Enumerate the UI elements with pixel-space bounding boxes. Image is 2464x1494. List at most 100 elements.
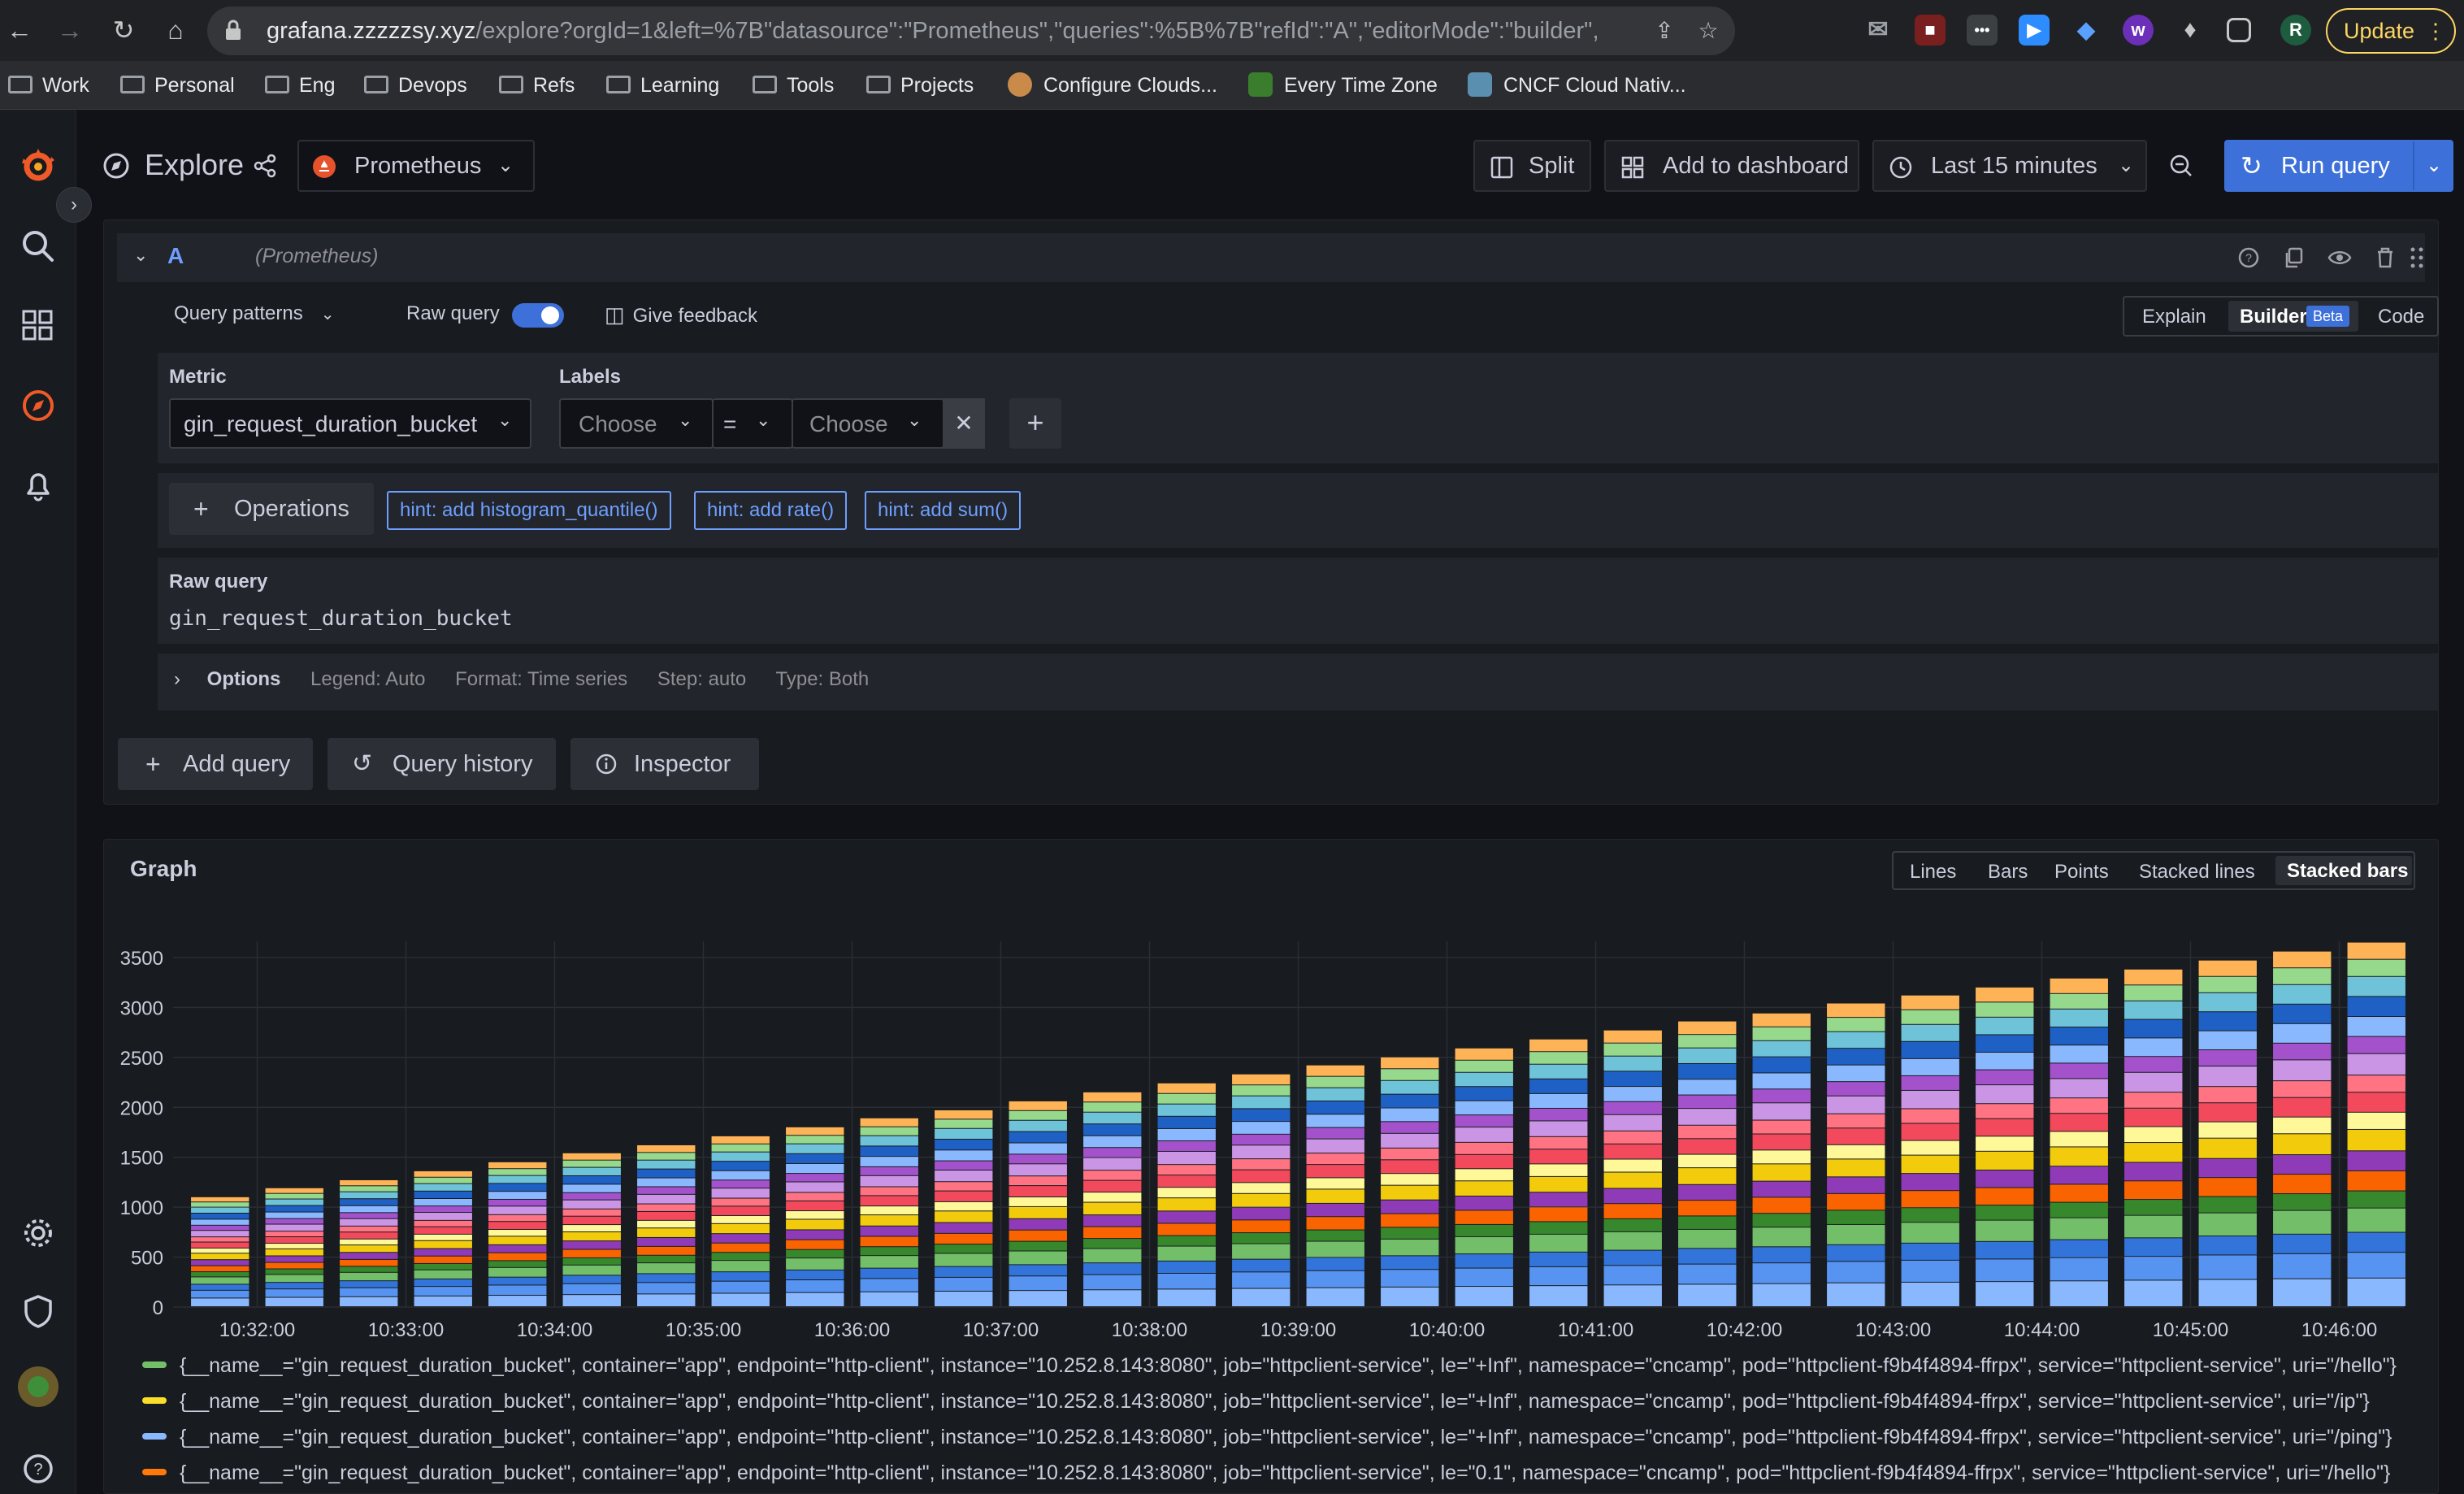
profile-avatar[interactable]: R: [2280, 15, 2311, 46]
user-avatar[interactable]: [18, 1366, 59, 1407]
time-range-picker[interactable]: Last 15 minutes ⌄: [1872, 140, 2147, 192]
query-patterns-dropdown[interactable]: Query patterns ⌄: [174, 302, 335, 325]
add-label-button[interactable]: +: [1009, 398, 1061, 449]
bar-segment: [1678, 1125, 1737, 1139]
alerting-bell-icon[interactable]: [14, 461, 63, 510]
bar-segment: [191, 1272, 249, 1277]
bar-segment: [1232, 1096, 1291, 1109]
mode-builder[interactable]: Builder Beta: [2228, 301, 2358, 332]
bookmark-folder-eng[interactable]: Eng: [265, 61, 335, 110]
search-icon[interactable]: [14, 222, 63, 271]
expand-sidebar-button[interactable]: ›: [56, 187, 92, 223]
bar-segment: [562, 1225, 621, 1231]
bookmark-folder-devops[interactable]: Devops: [364, 61, 467, 110]
side-panel-icon[interactable]: [2227, 18, 2251, 42]
legend-item[interactable]: {__name__="gin_request_duration_bucket",…: [142, 1383, 2370, 1419]
folder-icon: [866, 76, 891, 94]
puzzle-extensions-icon[interactable]: ♦: [2175, 15, 2206, 46]
eye-icon[interactable]: [2327, 245, 2352, 270]
remove-label-button[interactable]: ✕: [943, 398, 985, 449]
query-ref-id[interactable]: A: [167, 243, 184, 269]
legend-item[interactable]: {__name__="gin_request_duration_bucket",…: [142, 1419, 2392, 1455]
bar-segment: [1381, 1200, 1439, 1214]
gem-extension-icon[interactable]: ◆: [2071, 15, 2102, 46]
bar-segment: [2347, 1075, 2405, 1092]
raw-query-toggle[interactable]: [512, 303, 564, 328]
bookmark-folder-learning[interactable]: Learning: [606, 61, 719, 110]
metric-select[interactable]: gin_request_duration_bucket ⌄: [169, 398, 531, 449]
share-icon[interactable]: [252, 153, 278, 179]
bar-segment: [2273, 1134, 2332, 1155]
hint-rate[interactable]: hint: add rate(): [694, 491, 848, 530]
bar-segment: [860, 1226, 918, 1236]
give-feedback-link[interactable]: ◫ Give feedback: [605, 302, 757, 328]
duplicate-icon[interactable]: [2282, 245, 2306, 270]
mode-explain[interactable]: Explain: [2142, 306, 2206, 328]
operations-button[interactable]: + Operations: [169, 483, 374, 535]
w-extension-icon[interactable]: w: [2123, 15, 2154, 46]
trash-icon[interactable]: [2373, 245, 2397, 270]
datasource-picker[interactable]: Prometheus ⌄: [297, 140, 535, 192]
add-query-button[interactable]: + Add query: [118, 738, 313, 790]
zoom-out-button[interactable]: [2157, 140, 2207, 192]
mode-code[interactable]: Code: [2378, 306, 2424, 328]
hint-histogram-quantile[interactable]: hint: add histogram_quantile(): [387, 491, 671, 530]
folder-icon: [8, 76, 33, 94]
bookmark-cncf[interactable]: CNCF Cloud Nativ...: [1468, 61, 1686, 110]
bar-segment: [2198, 1087, 2257, 1103]
legend-item[interactable]: {__name__="gin_request_duration_bucket",…: [142, 1348, 2397, 1383]
bookmark-label: Configure Clouds...: [1043, 74, 1218, 97]
bar-segment: [1381, 1133, 1439, 1148]
shield-icon[interactable]: [14, 1287, 63, 1335]
extension-icon-more[interactable]: •••: [1967, 15, 1998, 46]
forward-icon[interactable]: →: [54, 14, 86, 46]
bar-segment: [1009, 1186, 1067, 1197]
settings-gear-icon[interactable]: [14, 1209, 63, 1257]
run-query-button[interactable]: ↻ Run query ⌄: [2224, 140, 2453, 192]
legend-item[interactable]: {__name__="gin_request_duration_bucket",…: [142, 1455, 2390, 1491]
split-button[interactable]: Split: [1473, 140, 1591, 192]
label-operator-select[interactable]: = ⌄: [712, 398, 793, 449]
drag-handle-icon[interactable]: [2407, 245, 2427, 270]
back-icon[interactable]: ←: [3, 14, 36, 46]
grafana-logo-icon[interactable]: [14, 141, 63, 189]
help-icon[interactable]: ?: [14, 1444, 63, 1493]
inspector-button[interactable]: Inspector: [570, 738, 759, 790]
label-key-select[interactable]: Choose ⌄: [559, 398, 714, 449]
bar-segment: [562, 1257, 621, 1265]
bar-segment: [488, 1175, 547, 1183]
collapse-chevron-icon[interactable]: ⌄: [133, 245, 148, 266]
bookmark-folder-tools[interactable]: Tools: [753, 61, 834, 110]
bar-segment: [711, 1281, 770, 1293]
explore-compass-icon[interactable]: [14, 381, 63, 430]
share-icon[interactable]: ⇪: [1651, 17, 1678, 45]
bar-segment: [1976, 1151, 2034, 1170]
bar-segment: [1455, 1224, 1513, 1236]
bookmark-folder-refs[interactable]: Refs: [499, 61, 575, 110]
reload-icon[interactable]: ↻: [107, 14, 140, 46]
home-icon[interactable]: ⌂: [159, 14, 192, 46]
dashboards-icon[interactable]: [14, 302, 63, 350]
bookmark-folder-work[interactable]: Work: [8, 61, 89, 110]
add-to-dashboard-button[interactable]: Add to dashboard: [1604, 140, 1859, 192]
help-icon[interactable]: ?: [2236, 245, 2261, 270]
bar-segment: [2124, 1143, 2183, 1162]
mail-icon[interactable]: ✉: [1863, 15, 1894, 46]
extension-icon-red[interactable]: ■: [1915, 15, 1946, 46]
bookmark-folder-projects[interactable]: Projects: [866, 61, 974, 110]
bar-segment: [1752, 1089, 1811, 1103]
bar-segment: [1009, 1176, 1067, 1186]
chevron-down-icon[interactable]: ⌄: [2426, 141, 2442, 190]
query-history-button[interactable]: ↺ Query history: [328, 738, 556, 790]
address-bar[interactable]: grafana.zzzzzsy.xyz/explore?orgId=1&left…: [207, 7, 1735, 55]
bookmark-every-time-zone[interactable]: Every Time Zone: [1248, 61, 1438, 110]
bookmark-folder-personal[interactable]: Personal: [120, 61, 235, 110]
options-row[interactable]: › Options Legend: Auto Format: Time seri…: [174, 668, 869, 691]
bookmark-star-icon[interactable]: ☆: [1694, 17, 1722, 45]
update-button[interactable]: Update ⋮: [2326, 8, 2456, 54]
hint-sum[interactable]: hint: add sum(): [865, 491, 1022, 530]
label-value-select[interactable]: Choose ⌄: [792, 398, 944, 449]
zoom-extension-icon[interactable]: ▶: [2019, 15, 2050, 46]
chevron-down-icon: ⌄: [2118, 154, 2135, 176]
bookmark-configure-clouds[interactable]: Configure Clouds...: [1008, 61, 1217, 110]
